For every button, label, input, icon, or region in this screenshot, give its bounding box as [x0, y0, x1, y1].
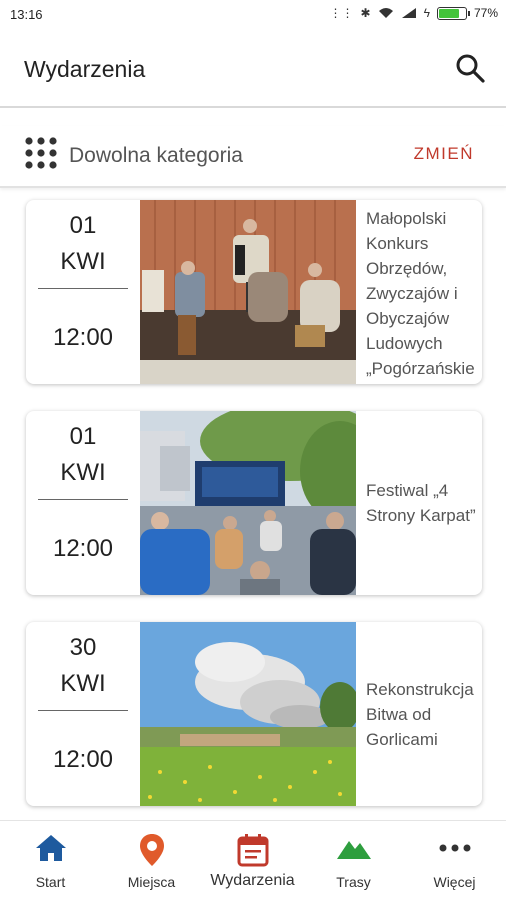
date-divider [38, 710, 128, 711]
nav-item-miejsca[interactable]: Miejsca [101, 821, 202, 900]
event-day: 01 [69, 423, 97, 450]
event-date: 30 KWI 12:00 [26, 622, 140, 806]
event-day: 01 [69, 212, 97, 239]
alarm-icon: ⋮⋮ [329, 6, 354, 20]
event-day: 30 [69, 634, 97, 661]
date-divider [38, 288, 128, 289]
signal-icon [401, 8, 416, 18]
event-time: 12:00 [52, 324, 114, 351]
more-dots-icon [439, 844, 470, 852]
category-label: Dowolna kategoria [69, 144, 243, 167]
event-name: Festiwal „4 Strony Karpat” [366, 481, 476, 525]
map-pin-icon [139, 834, 164, 866]
event-photo [140, 622, 356, 806]
event-month: KWI [60, 248, 106, 275]
mountain-icon [336, 841, 371, 859]
app-bar: Wydarzenia [0, 30, 506, 108]
nav-label: Trasy [336, 874, 371, 890]
event-photo [140, 411, 356, 595]
battery-icon [436, 6, 470, 20]
wifi-icon [378, 8, 393, 18]
status-icons: ⋮⋮ ✱ ϟ 77% [330, 6, 498, 20]
nav-item-wydarzenia[interactable]: Wydarzenia [202, 821, 303, 900]
event-date: 01 KWI 12:00 [26, 200, 140, 384]
nav-item-start[interactable]: Start [0, 821, 101, 900]
page-title: Wydarzenia [24, 56, 146, 82]
event-name: Małopolski Konkurs Obrzędów, Zwyczajów i… [366, 209, 475, 378]
bluetooth-icon: ✱ [360, 6, 371, 20]
category-filter-bar: Dowolna kategoria ZMIEŃ [0, 126, 506, 188]
event-date: 01 KWI 12:00 [26, 411, 140, 595]
status-time: 13:16 [10, 7, 43, 22]
event-card[interactable]: 01 KWI 12:00 Małopolski Konkurs Obrzędów… [26, 200, 482, 384]
bottom-navigation: Start Miejsca Wydarzenia Trasy Więcej [0, 820, 506, 900]
event-name: Rekonstrukcja Bitwa od Gorlicami [366, 679, 474, 749]
calendar-icon [237, 834, 268, 867]
status-bar: 13:16 ⋮⋮ ✱ ϟ 77% [0, 0, 506, 30]
event-card[interactable]: 01 KWI 12:00 Festiwal „4 Strony Karpat” [26, 411, 482, 595]
date-divider [38, 499, 128, 500]
event-time: 12:00 [52, 746, 114, 773]
event-time: 12:00 [52, 535, 114, 562]
grid-icon [25, 137, 57, 169]
home-icon [35, 835, 66, 861]
event-card[interactable]: 30 KWI 12:00 Rekonstrukcja Bitwa od Gorl… [26, 622, 482, 806]
nav-label: Start [35, 874, 66, 890]
charging-icon: ϟ [423, 6, 430, 20]
event-photo [140, 200, 356, 384]
nav-label: Wydarzenia [210, 872, 295, 889]
nav-label: Miejsca [127, 874, 176, 890]
nav-item-trasy[interactable]: Trasy [303, 821, 404, 900]
event-list: 01 KWI 12:00 Małopolski Konkurs Obrzędów… [0, 190, 506, 820]
change-category-button[interactable]: ZMIEŃ [414, 144, 474, 164]
battery-percent: 77% [473, 6, 498, 20]
event-month: KWI [60, 459, 106, 486]
event-month: KWI [60, 670, 106, 697]
search-icon[interactable] [454, 52, 486, 84]
nav-item-wiecej[interactable]: Więcej [404, 821, 505, 900]
nav-label: Więcej [433, 874, 476, 890]
